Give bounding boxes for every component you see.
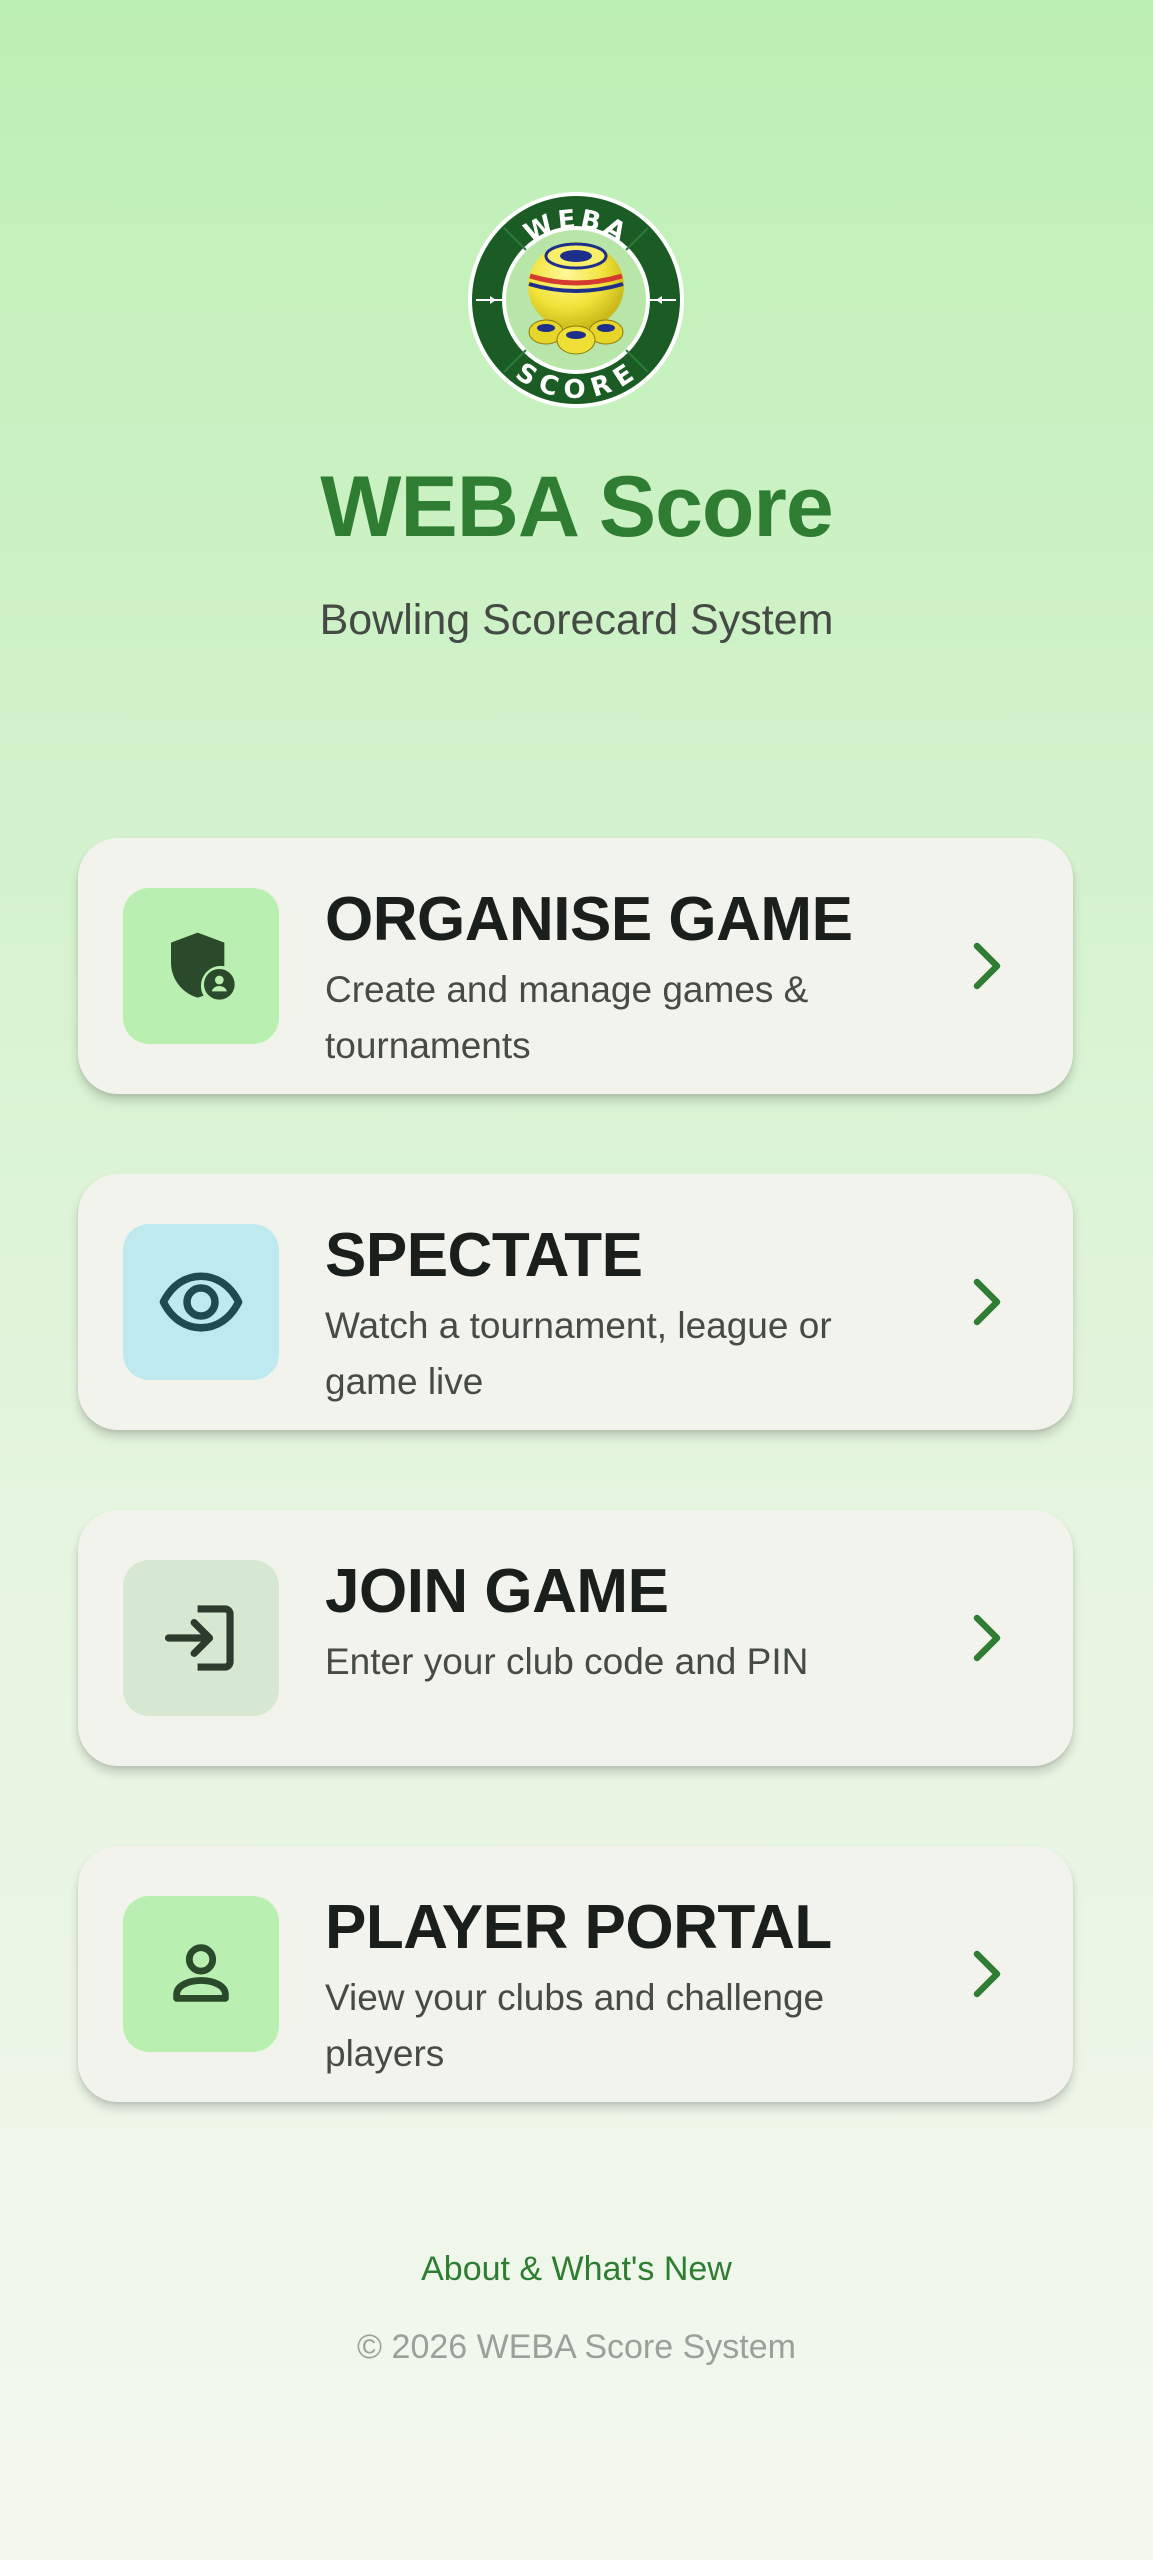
chevron-right-icon [973,1950,1001,1998]
player-portal-icon-box [123,1896,279,2052]
chevron-right-icon [973,942,1001,990]
copyright-text: © 2026 WEBA Score System [357,2328,796,2366]
player-portal-card[interactable]: PLAYER PORTAL View your clubs and challe… [78,1846,1073,2102]
spectate-icon-box [123,1224,279,1380]
spectate-description: Watch a tournament, league or game live [325,1305,832,1402]
join-game-icon-box [123,1560,279,1716]
player-portal-description: View your clubs and challenge players [325,1977,825,2074]
app-subtitle: Bowling Scorecard System [319,596,834,644]
app-logo: WEBA SCORE [466,190,686,410]
person-icon [173,1944,229,2002]
organise-game-title: ORGANISE GAME [325,885,853,954]
weba-score-bowls-logo-icon: WEBA SCORE [468,192,684,408]
chevron-right-icon [973,1278,1001,1326]
shield-person-icon [171,932,235,1000]
about-whats-new-link[interactable]: About & What's New [0,2250,1153,2289]
join-game-title: JOIN GAME [325,1557,669,1626]
join-game-description: Enter your club code and PIN [325,1641,809,1682]
chevron-right-icon [973,1614,1001,1662]
eye-icon [159,1272,243,1332]
join-game-card[interactable]: JOIN GAME Enter your club code and PIN [78,1510,1073,1766]
spectate-title: SPECTATE [325,1221,643,1290]
login-arrow-icon [164,1605,234,1671]
organise-game-card[interactable]: ORGANISE GAME Create and manage games & … [78,838,1073,1094]
player-portal-title: PLAYER PORTAL [325,1893,832,1962]
spectate-card[interactable]: SPECTATE Watch a tournament, league or g… [78,1174,1073,1430]
app-title: WEBA Score [320,459,833,555]
organise-game-icon-box [123,888,279,1044]
organise-game-description: Create and manage games & tournaments [325,969,809,1066]
